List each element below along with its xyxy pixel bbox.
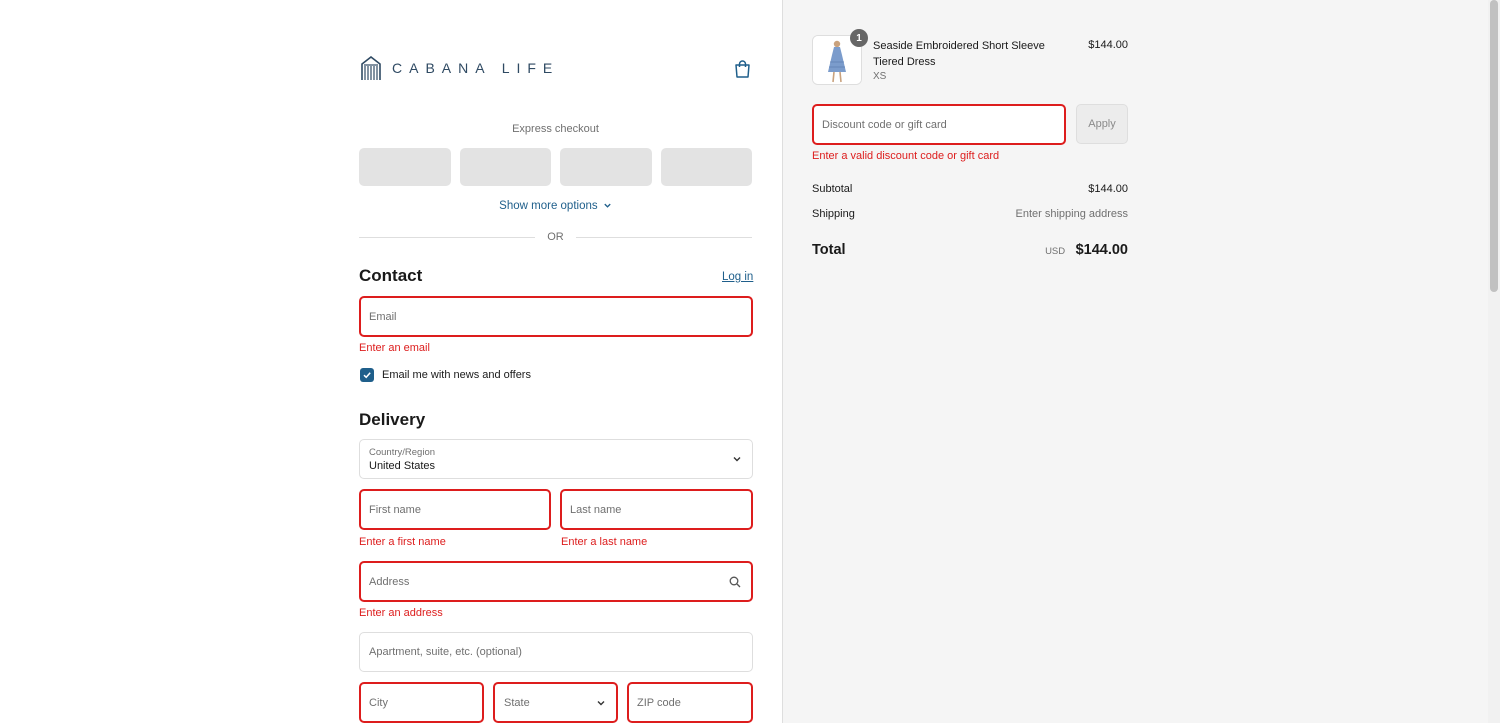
brand-logo[interactable]: CABANA LIFE — [360, 55, 559, 81]
divider-line — [575, 236, 752, 238]
checkmark-icon — [363, 372, 371, 379]
email-field — [359, 296, 753, 337]
total-currency: USD — [1045, 246, 1066, 257]
shipping-value: Enter shipping address — [1015, 208, 1128, 220]
newsletter-checkbox[interactable] — [360, 368, 374, 382]
show-more-label: Show more options — [499, 200, 598, 212]
subtotal-label: Subtotal — [812, 183, 853, 195]
zip-field — [627, 682, 753, 723]
city-field — [359, 682, 484, 723]
state-select[interactable]: State — [493, 682, 618, 723]
email-input[interactable] — [361, 298, 751, 335]
shipping-row: Shipping Enter shipping address — [812, 208, 1128, 220]
product-price: $144.00 — [1088, 39, 1128, 51]
first-name-field — [359, 489, 551, 530]
apartment-field — [359, 632, 753, 672]
express-pay-button-1[interactable] — [359, 148, 451, 186]
newsletter-label: Email me with news and offers — [382, 369, 531, 381]
last-name-error: Enter a last name — [561, 536, 648, 548]
discount-input[interactable] — [814, 106, 1064, 143]
country-select[interactable]: Country/Region United States — [359, 439, 753, 479]
first-name-input[interactable] — [361, 491, 549, 528]
first-name-error: Enter a first name — [359, 536, 446, 548]
address-field — [359, 561, 753, 602]
express-pay-button-4[interactable] — [660, 148, 752, 186]
total-label: Total — [812, 242, 846, 258]
express-pay-button-3[interactable] — [560, 148, 652, 186]
chevron-down-icon — [733, 457, 741, 462]
or-divider: OR — [359, 230, 752, 244]
product-variant: XS — [873, 71, 887, 82]
checkout-main: CABANA LIFE Express checkout Show more o… — [0, 0, 783, 723]
subtotal-row: Subtotal $144.00 — [812, 183, 1128, 195]
address-input[interactable] — [361, 563, 751, 600]
express-pay-button-2[interactable] — [459, 148, 551, 186]
or-text: OR — [547, 231, 564, 243]
newsletter-option: Email me with news and offers — [360, 368, 531, 382]
country-label: Country/Region — [369, 447, 436, 458]
discount-error: Enter a valid discount code or gift card — [812, 150, 1000, 162]
page-scrollbar[interactable] — [1488, 0, 1500, 723]
express-checkout-buttons — [359, 148, 752, 186]
product-name: Seaside Embroidered Short Sleeve Tiered … — [873, 40, 1045, 68]
quantity-badge: 1 — [850, 29, 868, 47]
contact-heading: Contact — [359, 266, 423, 285]
chevron-down-icon — [597, 700, 605, 705]
zip-input[interactable] — [629, 684, 751, 721]
delivery-heading: Delivery — [359, 410, 426, 429]
discount-field — [812, 104, 1066, 145]
state-placeholder: State — [504, 696, 530, 709]
total-value: $144.00 — [1075, 242, 1128, 258]
city-input[interactable] — [361, 684, 482, 721]
shopping-bag-icon[interactable] — [734, 60, 751, 78]
country-value: United States — [369, 460, 436, 472]
subtotal-value: $144.00 — [1088, 183, 1128, 195]
address-error: Enter an address — [359, 607, 443, 619]
shipping-label: Shipping — [812, 208, 855, 220]
last-name-input[interactable] — [562, 491, 751, 528]
show-more-options-button[interactable]: Show more options — [359, 200, 752, 212]
email-error: Enter an email — [359, 342, 430, 354]
search-icon — [729, 576, 741, 587]
apply-discount-button[interactable]: Apply — [1076, 104, 1128, 144]
chevron-down-icon — [604, 204, 611, 209]
cabana-archway-icon — [361, 56, 381, 80]
apartment-input[interactable] — [360, 633, 752, 671]
last-name-field — [560, 489, 753, 530]
divider-line — [359, 236, 536, 238]
total-row: Total USD $144.00 — [812, 241, 1128, 259]
login-link[interactable]: Log in — [722, 271, 753, 283]
express-checkout-label: Express checkout — [512, 123, 599, 135]
scrollbar-thumb[interactable] — [1490, 0, 1498, 292]
brand-name: CABANA LIFE — [392, 60, 560, 76]
